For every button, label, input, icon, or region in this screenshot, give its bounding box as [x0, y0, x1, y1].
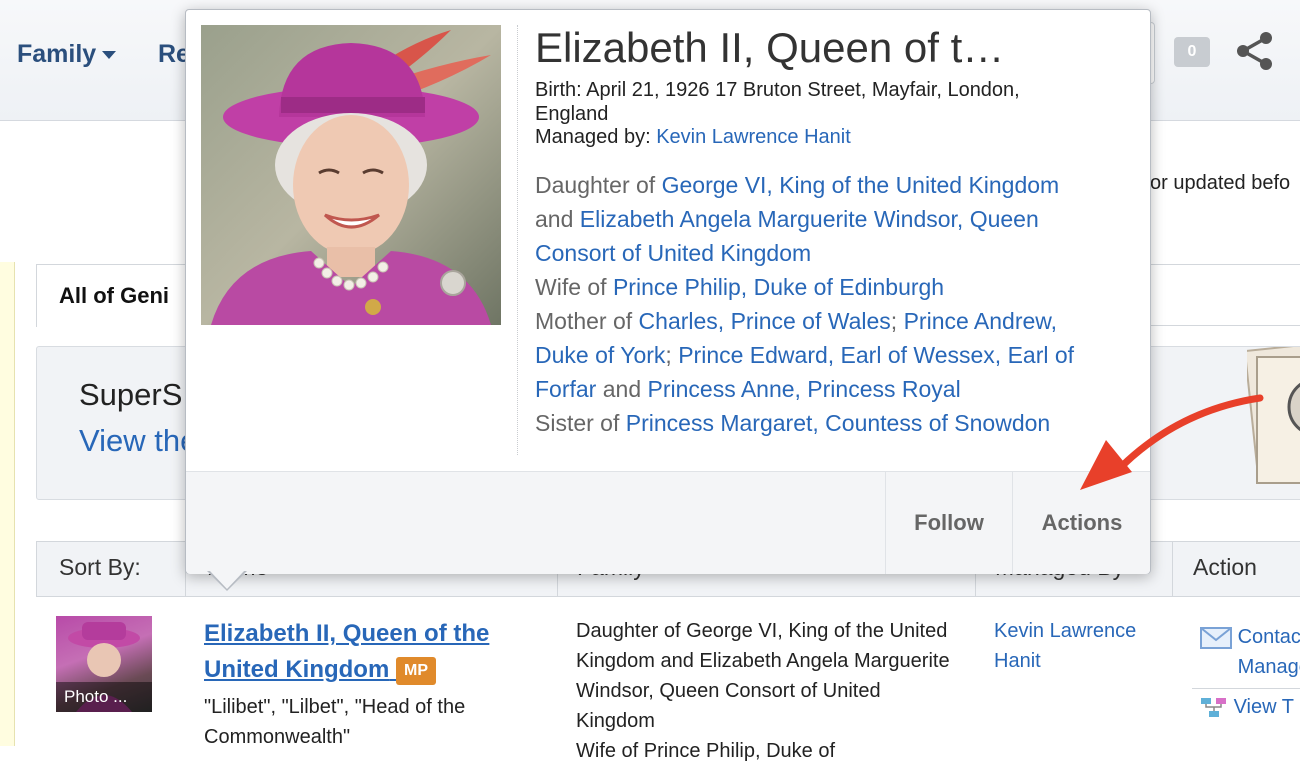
hovercard-footer: Follow Actions	[186, 471, 1150, 574]
sister-of-label: Sister of	[535, 410, 620, 436]
profile-family-text: Daughter of George VI, King of the Unite…	[576, 616, 961, 766]
husband-link[interactable]: Prince Philip, Duke of Edinburgh	[613, 274, 944, 300]
nav-family-menu[interactable]: Family	[17, 40, 117, 69]
column-header-action: Action	[1193, 554, 1257, 580]
hovercard-relationships: Daughter of George VI, King of the Unite…	[535, 168, 1115, 440]
child-link-charles[interactable]: Charles, Prince of Wales	[639, 308, 891, 334]
hovercard-profile-name: Elizabeth II, Queen of t…	[535, 24, 1005, 71]
chevron-down-icon	[102, 51, 117, 60]
tab-right-edge	[1150, 264, 1300, 327]
supersearch-title: SuperS	[79, 377, 183, 412]
tab-all-of-geni-label: All of Geni	[59, 283, 169, 308]
hovercard-birth: Birth: April 21, 1926 17 Bruton Street, …	[535, 79, 1020, 125]
family-summary: Daughter of George VI, King of the Unite…	[576, 620, 950, 732]
family-summary-cut: Wife of Prince Philip, Duke of	[576, 740, 835, 762]
profile-nicknames: "Lilibet", "Lilbet", "Head of the Common…	[204, 696, 466, 748]
contact-managers-action[interactable]: Contact Managers	[1200, 622, 1300, 682]
tree-icon	[1201, 697, 1226, 717]
supersearch-view-link[interactable]: View the	[79, 423, 197, 459]
column-divider	[1172, 542, 1173, 596]
and-label: and	[602, 376, 642, 402]
profile-thumbnail[interactable]: Photo ...	[56, 616, 152, 712]
mother-of-label: Mother of	[535, 308, 633, 334]
queen-portrait	[201, 25, 501, 325]
managed-by-label: Managed by:	[535, 126, 651, 148]
mp-badge: MP	[395, 656, 436, 685]
profile-name-text[interactable]: Elizabeth II, Queen of the United Kingdo…	[204, 620, 489, 683]
mother-link[interactable]: Elizabeth Angela Marguerite Windsor, Que…	[535, 206, 1039, 266]
profile-hovercard: Elizabeth II, Queen of t… Birth: April 2…	[185, 9, 1151, 574]
annotation-arrow-icon	[1080, 394, 1264, 490]
child-link-anne[interactable]: Princess Anne, Princess Royal	[648, 376, 961, 402]
sibling-link[interactable]: Princess Margaret, Countess of Snowdon	[626, 410, 1050, 436]
and-label: and	[535, 206, 574, 232]
left-yellow-strip	[0, 262, 15, 746]
sort-by-label: Sort By:	[59, 554, 141, 580]
follow-button[interactable]: Follow	[885, 472, 1012, 574]
tab-all-of-geni[interactable]: All of Geni	[36, 264, 208, 327]
profile-name-link[interactable]: Elizabeth II, Queen of the United Kingdo…	[204, 616, 534, 688]
hovercard-photo[interactable]	[201, 25, 501, 325]
notification-count-badge[interactable]: 0	[1174, 37, 1210, 67]
wife-of-label: Wife of	[535, 274, 607, 300]
profile-managers-link[interactable]: Kevin Lawrence Hanit	[994, 616, 1164, 676]
managed-by-link[interactable]: Kevin Lawrence Hanit	[656, 126, 851, 148]
updated-before-text: or updated befo	[1150, 172, 1291, 194]
view-tree-label: View T	[1233, 696, 1294, 718]
nav-family-label: Family	[17, 40, 97, 68]
hovercard-managed-by: Managed by: Kevin Lawrence Hanit	[535, 126, 851, 149]
separator: ;	[665, 342, 672, 368]
envelope-icon	[1200, 626, 1232, 649]
view-tree-action[interactable]: View T	[1200, 696, 1294, 719]
daughter-of-label: Daughter of	[535, 172, 656, 198]
contact-managers-label: Contact Managers	[1237, 626, 1300, 678]
photo-caption: Photo ...	[56, 682, 152, 712]
father-link[interactable]: George VI, King of the United Kingdom	[662, 172, 1060, 198]
hovercard-pointer-fill	[209, 570, 245, 589]
hovercard-divider	[517, 25, 518, 455]
share-icon[interactable]	[1234, 30, 1276, 72]
action-divider	[1192, 688, 1300, 689]
separator: ;	[890, 308, 898, 334]
